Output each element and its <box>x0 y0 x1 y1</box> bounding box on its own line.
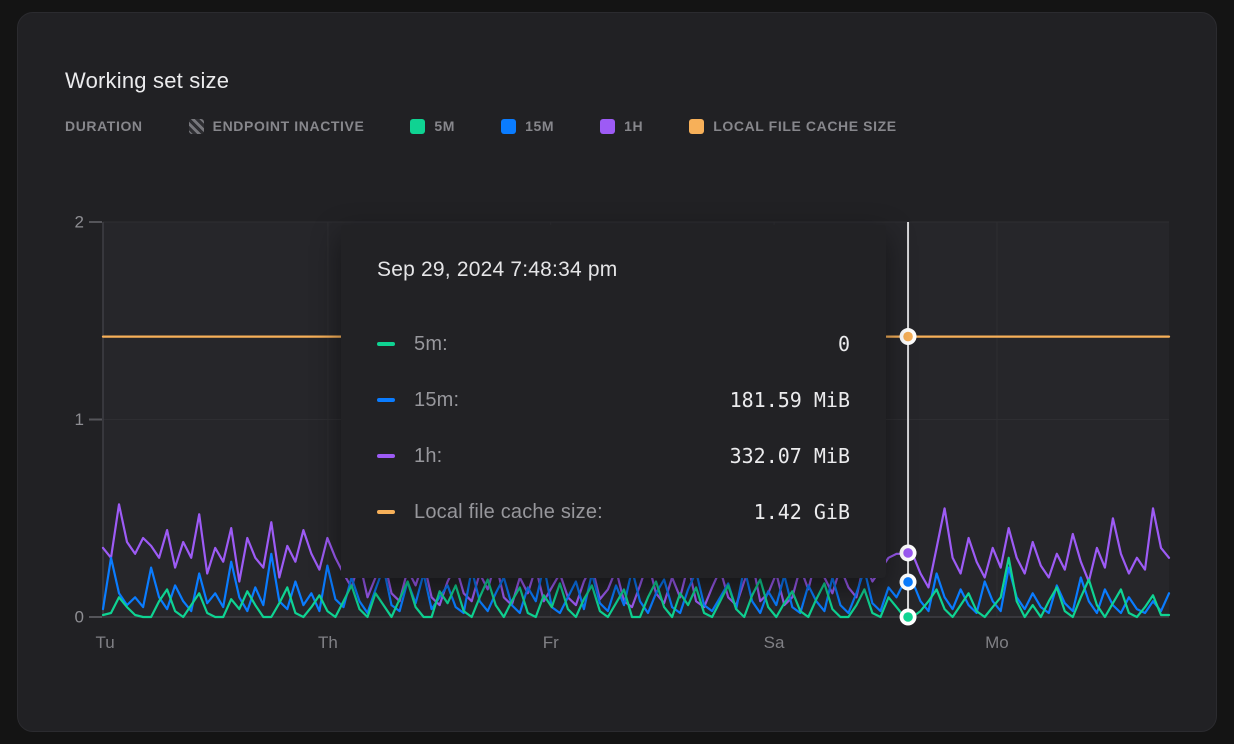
x-tick-label: Mo <box>985 633 1009 652</box>
marker-dot-1h <box>903 548 913 558</box>
metrics-panel: Working set size DURATION ENDPOINT INACT… <box>0 0 1234 744</box>
x-tick-label: Th <box>318 633 338 652</box>
marker-dot-local-file-cache-size <box>903 332 913 342</box>
purple-line-icon <box>377 454 395 458</box>
tooltip-row-label: 1h: <box>414 445 442 468</box>
tooltip-row-value: 332.07 MiB <box>730 444 850 468</box>
x-tick-label: Tu <box>96 633 115 652</box>
marker-dot-15m <box>903 577 913 587</box>
tooltip-row-15m: 15m: 181.59 MiB <box>377 372 850 428</box>
tooltip-row-value: 0 <box>838 332 850 356</box>
tooltip-row-local-file-cache-size: Local file cache size: 1.42 GiB <box>377 484 850 540</box>
marker-dot-5m <box>903 612 913 622</box>
tooltip-row-value: 181.59 MiB <box>730 388 850 412</box>
x-tick-label: Sa <box>764 633 785 652</box>
tooltip-row-label: Local file cache size: <box>414 501 603 524</box>
y-tick-label: 1 <box>75 410 84 429</box>
tooltip-timestamp: Sep 29, 2024 7:48:34 pm <box>377 255 850 285</box>
orange-line-icon <box>377 510 395 514</box>
tooltip-row-label: 15m: <box>414 389 459 412</box>
blue-line-icon <box>377 398 395 402</box>
tooltip-row-1h: 1h: 332.07 MiB <box>377 428 850 484</box>
x-tick-label: Fr <box>543 633 559 652</box>
chart-tooltip: Sep 29, 2024 7:48:34 pm 5m: 0 15m: 181.5… <box>341 225 886 578</box>
y-tick-label: 2 <box>75 213 84 232</box>
tooltip-row-value: 1.42 GiB <box>754 500 850 524</box>
green-line-icon <box>377 342 395 346</box>
tooltip-row-5m: 5m: 0 <box>377 316 850 372</box>
tooltip-row-label: 5m: <box>414 333 448 356</box>
y-tick-label: 0 <box>75 608 84 627</box>
